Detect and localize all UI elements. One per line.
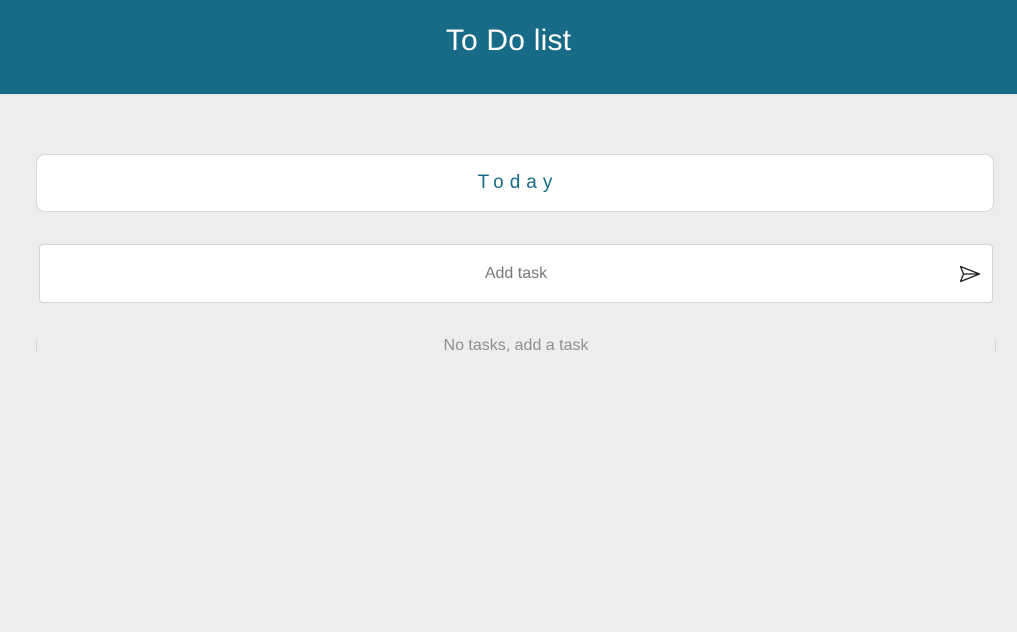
page-title: To Do list: [445, 23, 572, 57]
add-task-form: [39, 244, 993, 303]
task-list-left-edge: [36, 340, 37, 352]
send-icon: [959, 265, 981, 283]
day-label: Today: [477, 172, 559, 193]
app-header: To Do list: [0, 0, 1017, 94]
task-list: No tasks, add a task: [36, 336, 996, 356]
send-button[interactable]: [958, 263, 982, 285]
task-list-right-edge: [995, 340, 996, 352]
add-task-input[interactable]: [40, 245, 992, 302]
empty-task-message: No tasks, add a task: [443, 337, 589, 354]
day-selector[interactable]: Today: [36, 154, 994, 212]
